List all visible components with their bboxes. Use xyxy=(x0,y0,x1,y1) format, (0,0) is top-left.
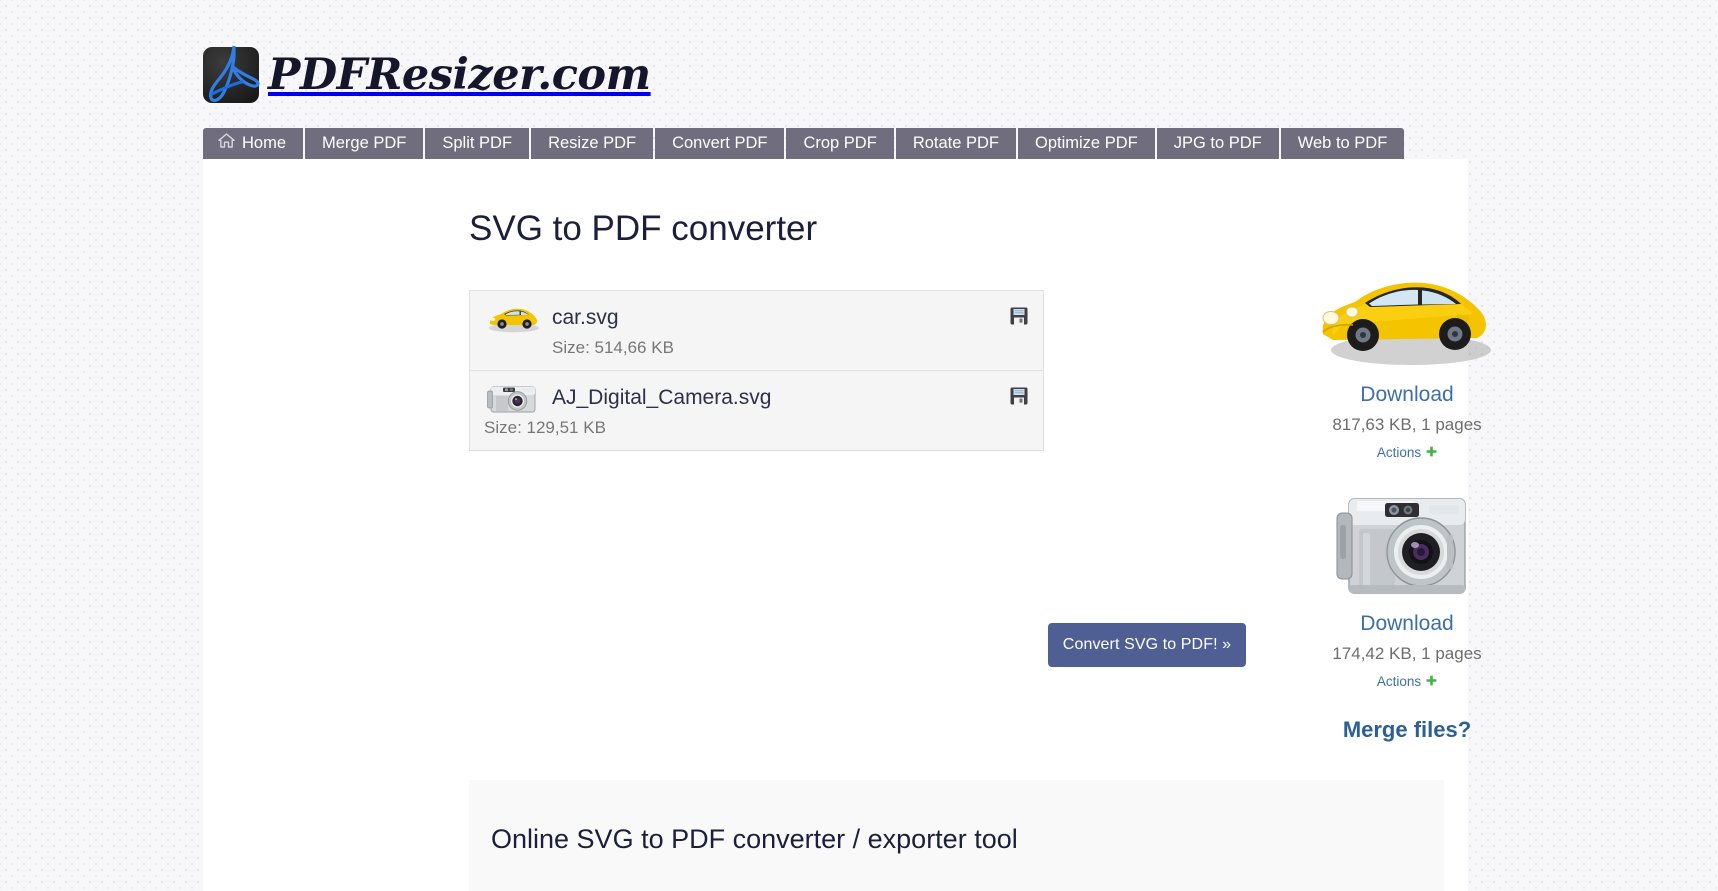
nav-item-home[interactable]: Home xyxy=(203,128,304,159)
nav-item-label: Rotate PDF xyxy=(912,134,1000,152)
logo-wordmark: PDFResizer.com xyxy=(268,49,651,100)
actions-toggle[interactable]: Actions xyxy=(1377,674,1437,689)
nav-item-label: Split PDF xyxy=(442,134,513,152)
floppy-save-icon[interactable] xyxy=(1010,307,1028,325)
uploaded-file-list: car.svg Size: 514,66 KB AJ_Digital_Camer… xyxy=(469,290,1044,451)
result-meta: 174,42 KB, 1 pages xyxy=(1332,644,1482,663)
actions-toggle[interactable]: Actions xyxy=(1377,445,1437,460)
nav-item-label: Web to PDF xyxy=(1297,134,1388,152)
nav-item-label: Crop PDF xyxy=(803,134,877,152)
file-row-header: AJ_Digital_Camera.svg xyxy=(484,383,1029,413)
file-list-item[interactable]: car.svg Size: 514,66 KB xyxy=(470,291,1043,371)
nav-item-crop-pdf[interactable]: Crop PDF xyxy=(786,128,894,159)
nav-item-label: Resize PDF xyxy=(548,134,637,152)
nav-item-label: JPG to PDF xyxy=(1173,134,1262,152)
download-link[interactable]: Download xyxy=(1257,612,1557,636)
digital-camera-thumbnail xyxy=(484,383,542,413)
home-icon xyxy=(218,128,235,159)
green-plus-icon xyxy=(1426,445,1437,460)
nav-item-label: Convert PDF xyxy=(672,134,768,152)
merge-files-link[interactable]: Merge files? xyxy=(1257,717,1557,743)
file-size: Size: 514,66 KB xyxy=(552,338,674,357)
yellow-sports-car-preview xyxy=(1257,259,1557,377)
nav-item-optimize-pdf[interactable]: Optimize PDF xyxy=(1018,128,1155,159)
main-navigation: Home Merge PDF Split PDF Resize PDF Conv… xyxy=(203,128,1405,159)
result-meta: 817,63 KB, 1 pages xyxy=(1332,415,1482,434)
nav-item-label: Home xyxy=(242,134,287,152)
nav-item-split-pdf[interactable]: Split PDF xyxy=(425,128,530,159)
nav-item-label: Merge PDF xyxy=(322,134,407,152)
pdf-document-icon xyxy=(203,45,260,103)
file-name: AJ_Digital_Camera.svg xyxy=(552,386,772,409)
result-item: Download 817,63 KB, 1 pages Actions xyxy=(1257,259,1557,462)
nav-item-resize-pdf[interactable]: Resize PDF xyxy=(531,128,654,159)
actions-label: Actions xyxy=(1376,674,1422,689)
nav-item-rotate-pdf[interactable]: Rotate PDF xyxy=(895,128,1017,159)
floppy-save-icon[interactable] xyxy=(1010,387,1028,405)
convert-svg-to-pdf-button[interactable]: Convert SVG to PDF! » xyxy=(1048,623,1246,667)
nav-item-label: Optimize PDF xyxy=(1035,134,1138,152)
site-logo[interactable]: PDFResizer.com xyxy=(203,42,651,108)
result-item: Download 174,42 KB, 1 pages Actions xyxy=(1257,488,1557,691)
page-root: PDFResizer.com Home Merge PDF Split PDF … xyxy=(0,0,1718,891)
file-name: car.svg xyxy=(552,306,619,329)
yellow-sports-car-thumbnail xyxy=(484,303,542,333)
results-column: Download 817,63 KB, 1 pages Actions Down… xyxy=(1257,259,1557,743)
nav-item-web-to-pdf[interactable]: Web to PDF xyxy=(1280,128,1405,159)
nav-item-convert-pdf[interactable]: Convert PDF xyxy=(655,128,785,159)
content-container: SVG to PDF converter car.svg Size: 514,6… xyxy=(203,159,1491,891)
digital-camera-preview xyxy=(1257,488,1557,606)
file-row-header: car.svg xyxy=(484,303,1029,333)
actions-label: Actions xyxy=(1376,445,1422,460)
green-plus-icon xyxy=(1426,674,1437,689)
info-panel: Online SVG to PDF converter / exporter t… xyxy=(469,780,1444,891)
page-title: SVG to PDF converter xyxy=(469,209,818,248)
file-list-item[interactable]: AJ_Digital_Camera.svg Size: 129,51 KB xyxy=(470,371,1043,450)
file-size: Size: 129,51 KB xyxy=(484,418,606,437)
info-panel-heading: Online SVG to PDF converter / exporter t… xyxy=(491,824,1018,854)
nav-item-jpg-to-pdf[interactable]: JPG to PDF xyxy=(1156,128,1279,159)
nav-item-merge-pdf[interactable]: Merge PDF xyxy=(305,128,424,159)
download-link[interactable]: Download xyxy=(1257,383,1557,407)
